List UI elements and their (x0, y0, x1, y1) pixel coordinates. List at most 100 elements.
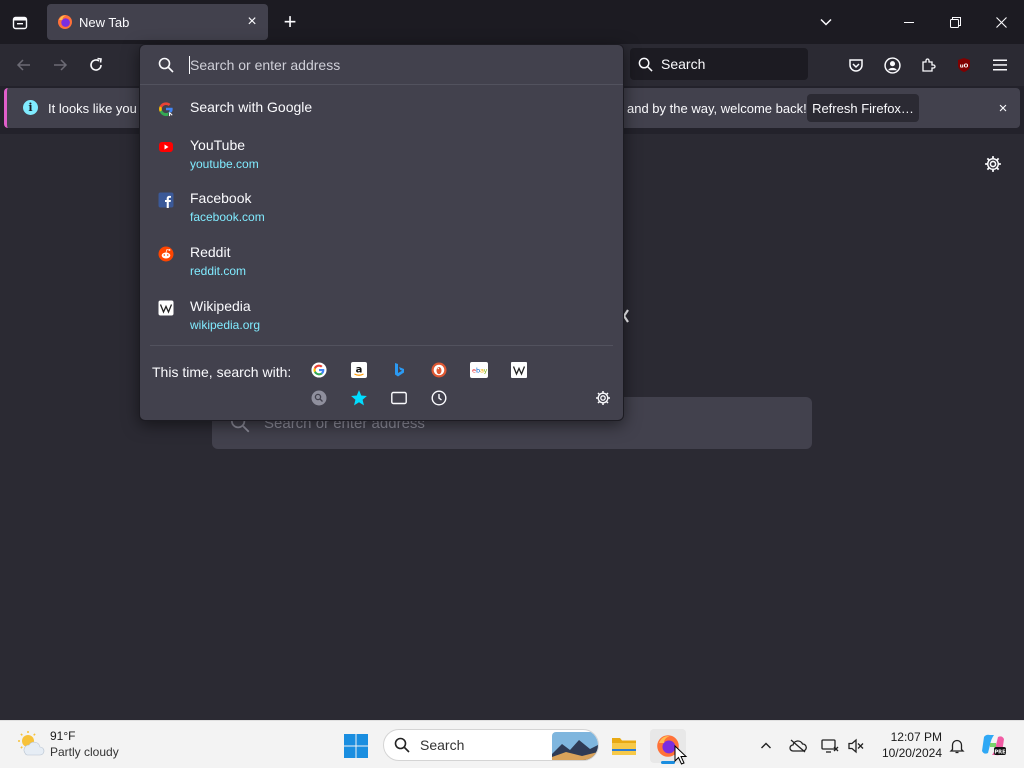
mouse-cursor-icon (674, 745, 688, 765)
result-wikipedia[interactable]: Wikipedia wikipedia.org (140, 298, 623, 348)
tab-icon (391, 391, 407, 405)
search-with-google-label: Search with Google (190, 99, 313, 115)
tab-strip: New Tab × + (0, 0, 1024, 44)
result-youtube[interactable]: YouTube youtube.com (140, 137, 623, 187)
result-facebook[interactable]: Facebook facebook.com (140, 190, 623, 240)
bell-icon (949, 739, 965, 754)
engine-duckduckgo-button[interactable] (429, 360, 449, 380)
customize-page-button[interactable] (981, 152, 1005, 176)
show-hidden-icons-button[interactable] (755, 735, 777, 757)
divider (150, 345, 613, 346)
search-icon (158, 57, 174, 73)
pocket-button[interactable] (842, 51, 870, 79)
taskbar-clock[interactable]: 12:07 PM 10/20/2024 (872, 729, 942, 761)
bing-icon (395, 363, 404, 377)
arrow-right-icon (54, 59, 68, 71)
arrow-left-icon (16, 59, 30, 71)
engine-amazon-button[interactable]: a (349, 360, 369, 380)
wikipedia-icon (158, 300, 174, 316)
result-name: Wikipedia (190, 298, 251, 314)
menu-button[interactable] (986, 51, 1014, 79)
account-button[interactable] (878, 51, 906, 79)
search-with-label: This time, search with: (152, 364, 292, 380)
search-mode-history-button[interactable] (429, 388, 449, 408)
new-tab-button[interactable]: + (277, 9, 303, 35)
notification-close-button[interactable]: × (991, 96, 1015, 120)
search-icon (638, 57, 653, 72)
search-icon (394, 737, 410, 753)
star-icon (351, 390, 367, 406)
extensions-button[interactable] (914, 51, 942, 79)
address-input[interactable] (190, 56, 590, 73)
search-highlight-landscape-icon (552, 732, 598, 760)
tab-close-button[interactable]: × (240, 10, 264, 34)
clock-date: 10/20/2024 (881, 746, 942, 760)
cloud-offline-icon (789, 739, 807, 753)
partly-cloudy-icon[interactable] (16, 729, 46, 759)
engine-wikipedia-button[interactable] (509, 360, 529, 380)
windows-start-icon[interactable] (343, 733, 369, 759)
engine-google-button[interactable] (309, 360, 329, 380)
notification-text-end: and by the way, welcome back! (627, 101, 807, 116)
google-icon (311, 362, 327, 378)
svg-text:PRE: PRE (994, 749, 1006, 755)
notifications-button[interactable] (946, 735, 968, 757)
search-mode-search-button[interactable] (309, 388, 329, 408)
chevron-down-icon (820, 18, 832, 26)
back-button[interactable] (9, 50, 39, 80)
svg-text:a: a (356, 365, 363, 376)
engine-ebay-button[interactable]: ebay (469, 360, 489, 380)
tab-new-tab[interactable]: New Tab × (47, 4, 268, 40)
minimize-button[interactable] (886, 0, 932, 44)
search-mode-bookmarks-button[interactable] (349, 388, 369, 408)
copilot-button[interactable]: PRE (980, 732, 1006, 758)
address-bar-dropdown: Search with Google YouTube youtube.com F… (139, 44, 624, 421)
minimize-icon (904, 22, 914, 23)
facebook-icon (158, 192, 174, 208)
clock-icon (431, 390, 447, 406)
ublock-origin-button[interactable]: uO (950, 51, 978, 79)
gear-icon (596, 391, 610, 405)
gear-icon (985, 156, 1001, 172)
firefox-view-button[interactable] (6, 9, 34, 37)
reddit-icon (158, 246, 174, 262)
engine-bing-button[interactable] (389, 360, 409, 380)
reload-button[interactable] (81, 50, 111, 80)
firefox-view-icon (12, 16, 28, 30)
result-url: facebook.com (190, 210, 265, 224)
svg-text:uO: uO (960, 64, 969, 70)
forward-button[interactable] (45, 50, 75, 80)
toolbar-search-input[interactable]: Search (630, 48, 808, 80)
close-icon (995, 16, 1007, 28)
reload-icon (90, 57, 102, 71)
result-name: Reddit (190, 244, 231, 260)
folder-icon (612, 738, 636, 755)
speaker-muted-icon (848, 738, 864, 754)
result-url: youtube.com (190, 157, 259, 171)
close-window-button[interactable] (978, 0, 1024, 44)
youtube-icon (159, 142, 173, 152)
taskbar-search-box[interactable]: Search (383, 729, 599, 761)
result-reddit[interactable]: Reddit reddit.com (140, 244, 623, 294)
restore-button[interactable] (932, 0, 978, 44)
file-explorer-button[interactable] (606, 729, 642, 763)
search-mode-tabs-button[interactable] (389, 388, 409, 408)
info-icon: i (23, 100, 38, 115)
result-url: reddit.com (190, 264, 247, 278)
toolbar-search-placeholder: Search (661, 56, 706, 72)
search-icon (311, 390, 327, 406)
account-icon (883, 56, 901, 74)
onedrive-button[interactable] (787, 735, 809, 757)
refresh-firefox-button[interactable]: Refresh Firefox… (807, 94, 919, 122)
result-name: YouTube (190, 137, 246, 153)
pocket-icon (849, 59, 863, 72)
volume-button[interactable] (845, 735, 867, 757)
clock-time: 12:07 PM (890, 730, 942, 744)
list-all-tabs-button[interactable] (812, 8, 840, 36)
text-caret (189, 56, 190, 74)
chevron-up-icon (761, 742, 771, 749)
network-button[interactable] (819, 735, 841, 757)
taskbar-search-label: Search (420, 737, 465, 753)
search-settings-button[interactable] (593, 388, 613, 408)
ublock-icon: uO (958, 58, 970, 72)
